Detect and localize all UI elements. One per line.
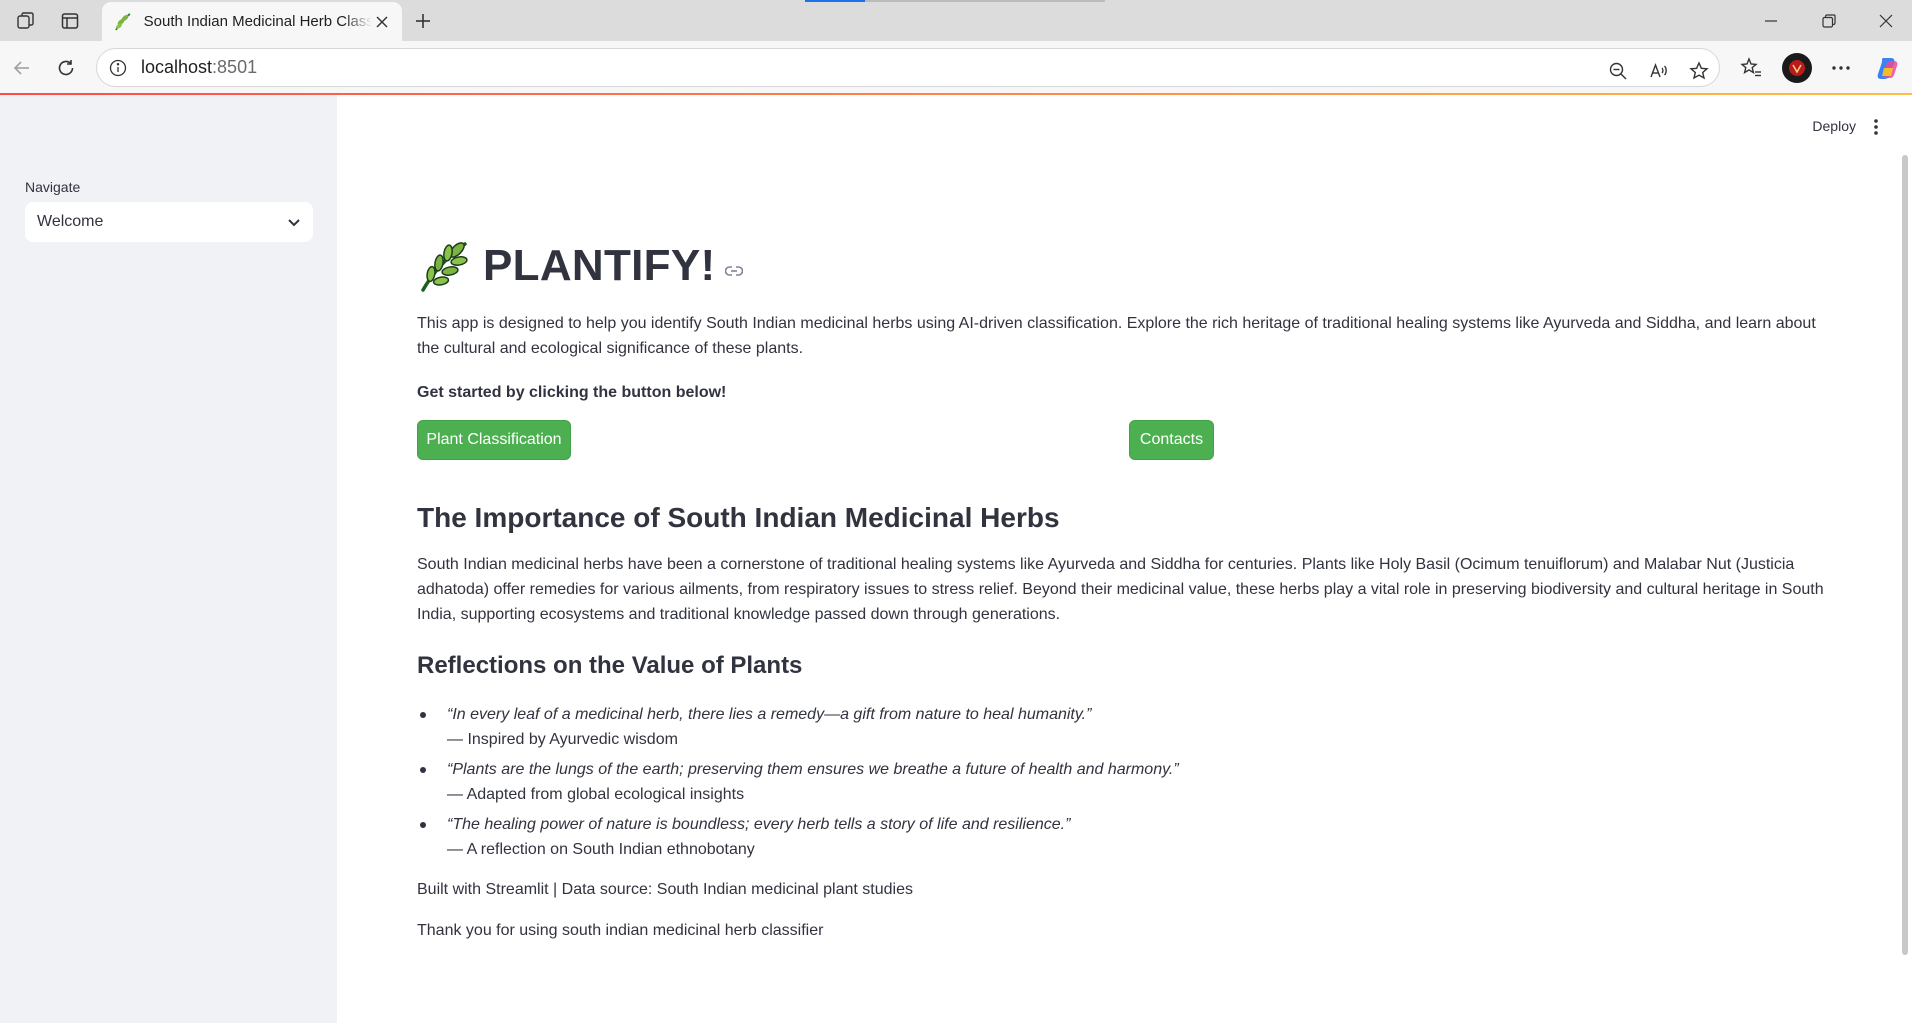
copilot-icon[interactable] <box>1874 54 1902 82</box>
main-menu-icon[interactable] <box>1866 115 1886 139</box>
favorites-list-icon[interactable] <box>1737 54 1765 82</box>
intro-paragraph: This app is designed to help you identif… <box>417 315 1816 357</box>
address-bar[interactable]: localhost:8501 <box>96 48 1720 87</box>
url-host: localhost <box>141 57 213 77</box>
browser-toolbar: localhost:8501 <box>0 41 1912 94</box>
quote-text: “In every leaf of a medicinal herb, ther… <box>447 706 1092 723</box>
browser-titlebar: South Indian Medicinal Herb Classifier <box>0 0 1912 41</box>
list-item: “In every leaf of a medicinal herb, ther… <box>417 702 1617 752</box>
anchor-link-icon[interactable] <box>725 265 744 277</box>
deploy-button[interactable]: Deploy <box>1812 118 1856 134</box>
thank-you-footer: Thank you for using south indian medicin… <box>417 922 824 939</box>
navigate-label: Navigate <box>25 179 81 195</box>
sidebar: Navigate Welcome <box>0 95 337 1023</box>
back-arrow-icon[interactable] <box>8 54 36 82</box>
loading-indicator <box>805 0 865 2</box>
workspaces-icon[interactable] <box>13 8 39 34</box>
quote-text: “Plants are the lungs of the earth; pres… <box>447 761 1179 778</box>
herb-leaf-icon <box>417 238 473 294</box>
close-window-icon[interactable] <box>1871 8 1901 34</box>
vertical-tabs-icon[interactable] <box>57 8 83 34</box>
close-tab-icon[interactable] <box>372 12 392 32</box>
bullet <box>420 767 426 773</box>
quote-text: “The healing power of nature is boundles… <box>447 816 1071 833</box>
url-text: localhost:8501 <box>141 57 257 78</box>
leaf-favicon-icon <box>112 11 134 33</box>
quote-source: — Adapted from global ecological insight… <box>447 786 745 803</box>
plant-classification-button[interactable]: Plant Classification <box>417 420 571 460</box>
main-content: Deploy PLANTIFY! This app is designed to… <box>337 95 1912 1023</box>
cta-text: Get started by clicking the button below… <box>417 384 727 401</box>
quote-source: — A reflection on South Indian ethnobota… <box>447 841 755 858</box>
contacts-button[interactable]: Contacts <box>1129 420 1214 460</box>
page-title: PLANTIFY! <box>483 241 716 290</box>
bullet <box>420 712 426 718</box>
quotes-list: “In every leaf of a medicinal herb, ther… <box>417 702 1617 867</box>
scrollbar[interactable] <box>1902 155 1908 955</box>
refresh-icon[interactable] <box>52 54 80 82</box>
list-item: “The healing power of nature is boundles… <box>417 812 1617 862</box>
loading-track <box>865 0 1105 2</box>
read-aloud-icon[interactable] <box>1646 58 1672 84</box>
list-item: “Plants are the lungs of the earth; pres… <box>417 757 1617 807</box>
bullet <box>420 822 426 828</box>
new-tab-icon[interactable] <box>410 8 436 34</box>
site-info-icon[interactable] <box>107 57 129 79</box>
browser-tab-active[interactable]: South Indian Medicinal Herb Classifier <box>102 2 402 41</box>
reflections-heading: Reflections on the Value of Plants <box>417 652 803 679</box>
navigate-select-value: Welcome <box>37 213 104 230</box>
restore-icon[interactable] <box>1814 8 1844 34</box>
navigate-select[interactable]: Welcome <box>25 202 313 242</box>
zoom-out-icon[interactable] <box>1605 58 1631 84</box>
favorite-star-icon[interactable] <box>1686 58 1712 84</box>
importance-paragraph: South Indian medicinal herbs have been a… <box>417 556 1824 623</box>
page-header: PLANTIFY! <box>417 238 744 294</box>
quote-source: — Inspired by Ayurvedic wisdom <box>447 731 678 748</box>
importance-heading: The Importance of South Indian Medicinal… <box>417 502 1060 533</box>
tab-title: South Indian Medicinal Herb Classifier <box>143 13 373 30</box>
profile-avatar[interactable] <box>1782 53 1812 83</box>
more-options-icon[interactable] <box>1827 54 1855 82</box>
minimize-icon[interactable] <box>1756 8 1786 34</box>
built-with-footer: Built with Streamlit | Data source: Sout… <box>417 881 913 898</box>
chevron-down-icon <box>287 215 301 229</box>
url-port: :8501 <box>212 57 258 77</box>
